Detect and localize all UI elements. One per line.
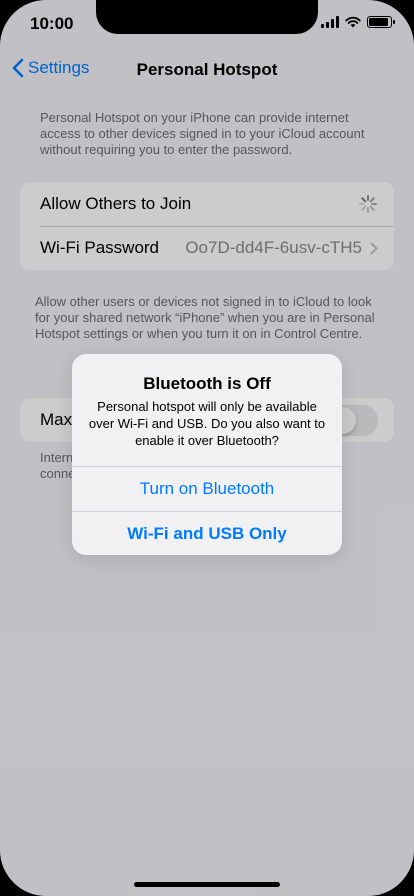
home-indicator[interactable]	[134, 882, 280, 887]
wifi-usb-only-button[interactable]: Wi-Fi and USB Only	[72, 511, 342, 555]
turn-on-bluetooth-button[interactable]: Turn on Bluetooth	[72, 466, 342, 511]
alert-title: Bluetooth is Off	[143, 374, 271, 393]
phone-screen: 10:00 Settings Personal Hotspot Personal…	[0, 0, 414, 896]
bluetooth-alert: Bluetooth is Off Personal hotspot will o…	[72, 354, 342, 555]
alert-message: Personal hotspot will only be available …	[88, 399, 326, 448]
